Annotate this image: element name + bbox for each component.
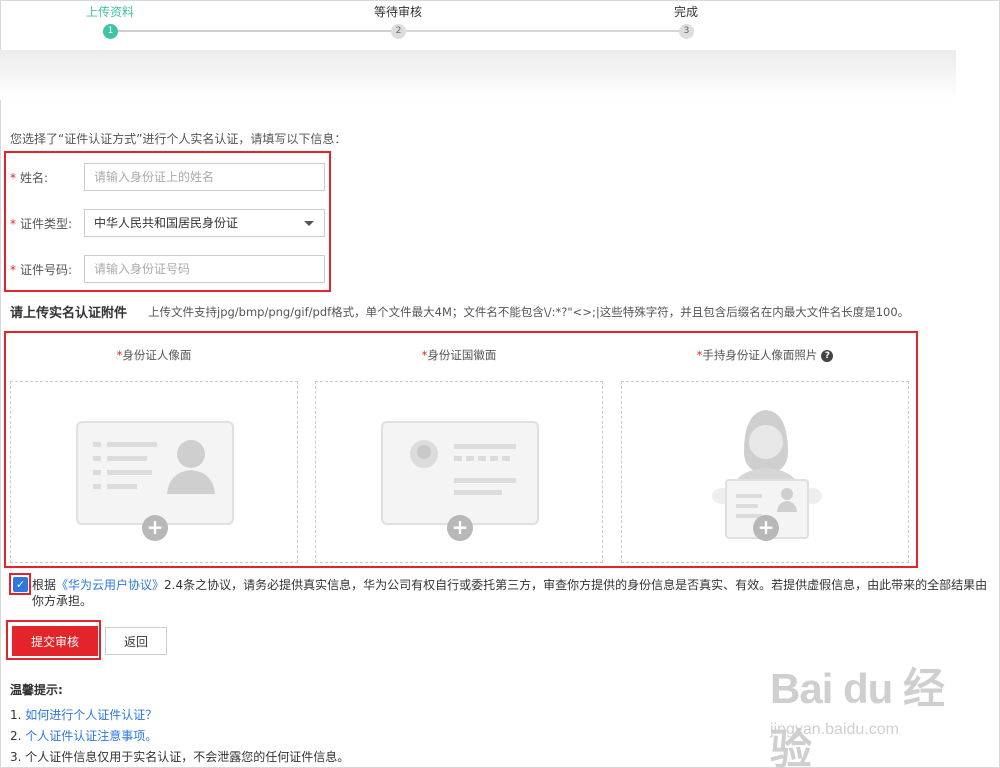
agree-checkbox[interactable]: ✓: [13, 577, 28, 592]
tips-title: 温馨提示:: [10, 683, 63, 697]
idnum-input[interactable]: 请输入身份证号码: [84, 255, 325, 283]
tip-link-how-to[interactable]: 如何进行个人证件认证？: [25, 708, 157, 722]
agreement-text: 根据《华为云用户协议》2.4条之协议，请务必提供真实信息，华为公司有权自行或委托…: [32, 578, 988, 608]
idtype-value: 中华人民共和国居民身份证: [94, 216, 239, 230]
step-label: 上传资料: [85, 5, 134, 19]
card-title-back: *身份证国徽面: [421, 348, 497, 362]
step-complete: 完成 3: [626, 4, 746, 39]
name-input[interactable]: 请输入身份证上的姓名: [84, 163, 325, 191]
idtype-select[interactable]: 中华人民共和国居民身份证: [84, 209, 325, 237]
upload-heading: 请上传实名认证附件: [10, 306, 128, 321]
idnum-label: * 证件号码:: [10, 263, 73, 277]
step-connector: [110, 30, 398, 32]
user-agreement-link[interactable]: 《华为云用户协议》: [56, 578, 164, 592]
help-icon[interactable]: ?: [821, 349, 834, 362]
upload-card-front[interactable]: +: [10, 381, 298, 563]
add-icon: +: [447, 515, 473, 541]
step-review: 等待审核 2: [338, 4, 458, 39]
progress-steps: 上传资料 1 等待审核 2 完成 3: [0, 0, 1000, 50]
add-icon: +: [753, 515, 779, 541]
card-title-handheld: *手持身份证人像面照片?: [621, 347, 909, 363]
step-label: 完成: [673, 5, 698, 19]
submit-review-button[interactable]: 提交审核: [12, 626, 98, 656]
back-button[interactable]: 返回: [105, 627, 167, 655]
tip-item: 3. 个人证件信息仅用于实名认证，不会泄露您的任何证件信息。: [10, 750, 350, 764]
tip-item: 2. 个人证件认证注意事项。: [10, 729, 158, 743]
tip-link-notes[interactable]: 个人证件认证注意事项。: [25, 729, 157, 743]
chevron-down-icon: [304, 221, 314, 226]
step-number: 2: [391, 24, 406, 39]
upload-card-back[interactable]: +: [315, 381, 603, 563]
add-icon: +: [142, 515, 168, 541]
intro-text: 您选择了“证件认证方式”进行个人实名认证，请填写以下信息：: [10, 132, 347, 146]
upload-card-handheld[interactable]: +: [621, 381, 909, 563]
card-title-front: *身份证人像面: [116, 348, 192, 362]
name-label: * 姓名:: [10, 171, 49, 185]
step-number: 3: [679, 24, 694, 39]
step-upload: 上传资料 1: [50, 4, 170, 39]
idtype-label: * 证件类型:: [10, 217, 73, 231]
tip-text-privacy: 个人证件信息仅用于实名认证，不会泄露您的任何证件信息。: [25, 750, 350, 764]
tip-item: 1. 如何进行个人证件认证？: [10, 708, 158, 722]
upload-hint: 上传文件支持jpg/bmp/png/gif/pdf格式，单个文件最大4M；文件名…: [148, 305, 910, 319]
step-connector: [398, 30, 686, 32]
step-label: 等待审核: [373, 5, 422, 19]
header-divider: [0, 50, 956, 100]
step-number: 1: [103, 24, 118, 39]
